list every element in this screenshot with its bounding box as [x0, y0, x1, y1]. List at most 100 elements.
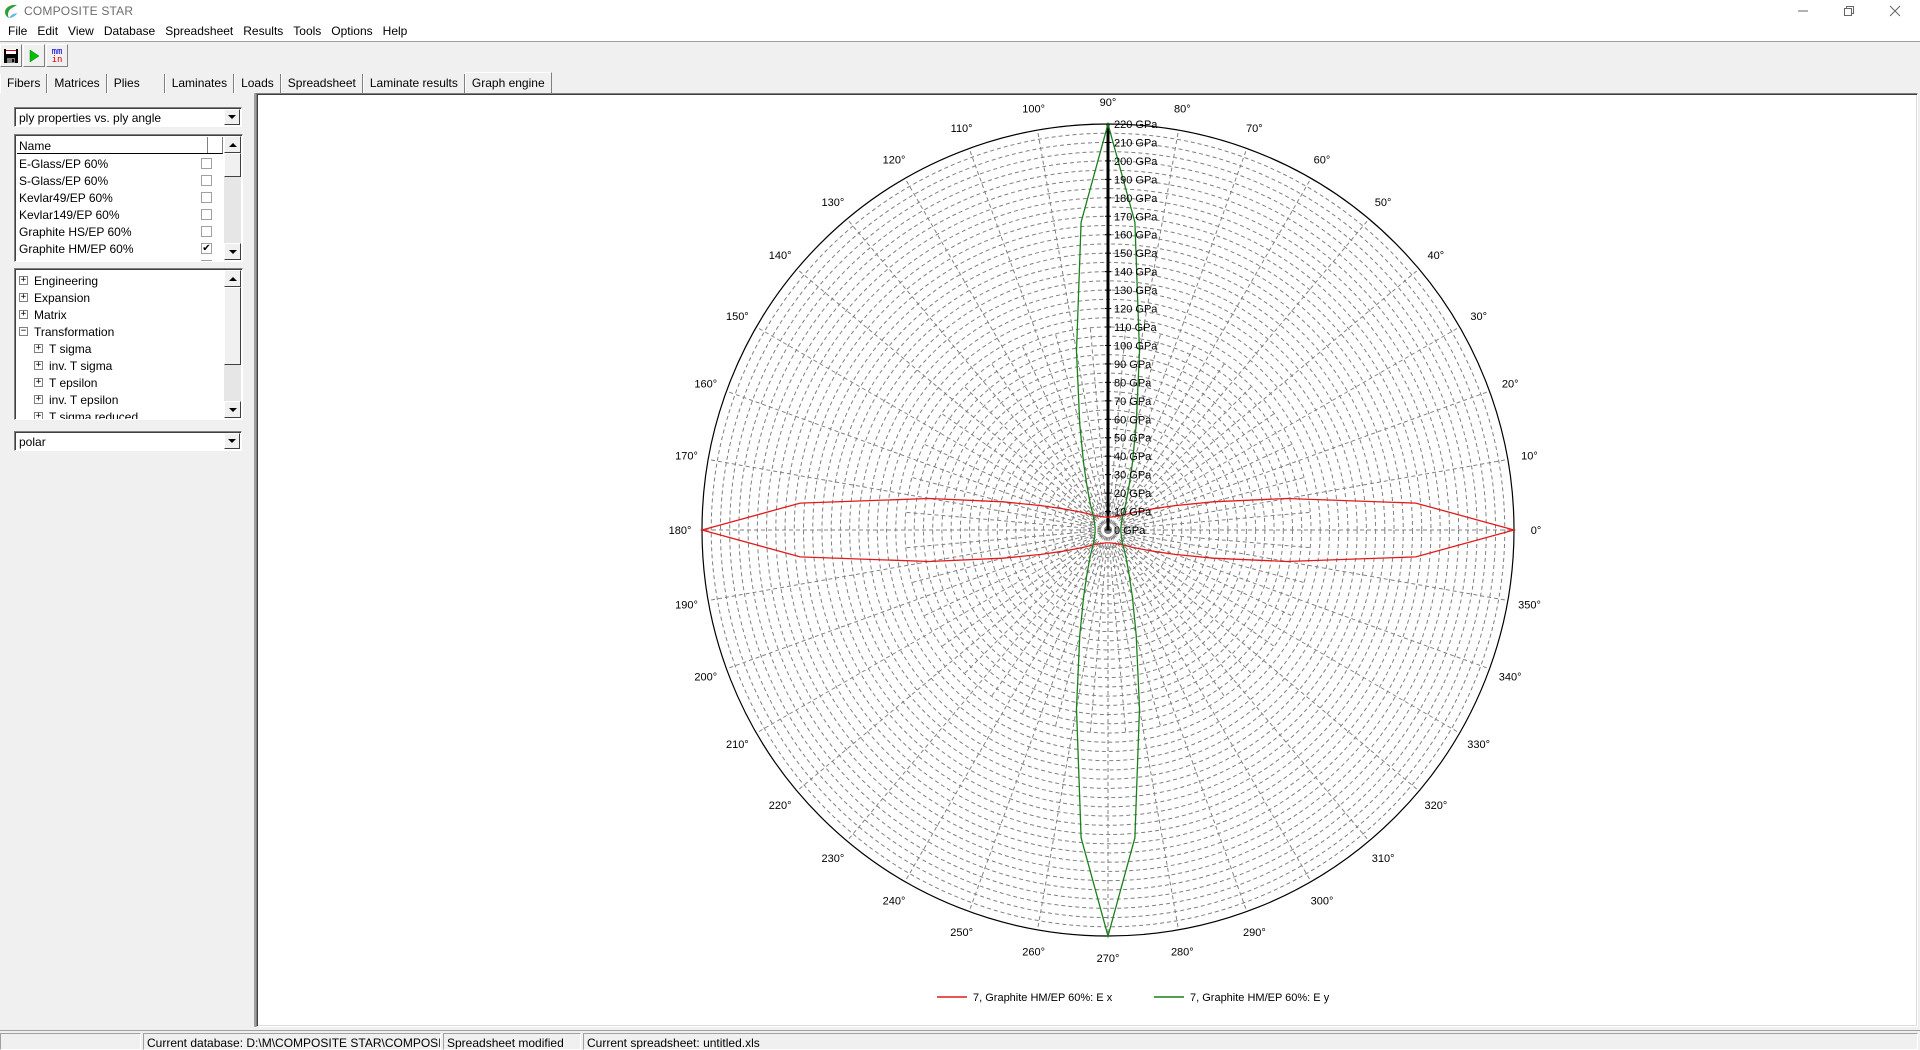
graph-type-select[interactable]: ply properties vs. ply angle: [14, 107, 242, 127]
ply-checkbox[interactable]: [201, 192, 212, 203]
list-item[interactable]: Graphite HM/EP 60% ✔: [17, 240, 223, 257]
list-item[interactable]: S-Glass/EP 60%: [17, 172, 223, 189]
expand-plus-icon[interactable]: +: [19, 310, 28, 319]
tab-laminate-results[interactable]: Laminate results: [362, 74, 465, 93]
radial-tick-label: 210 GPa: [1114, 137, 1158, 149]
angle-tick-label: 100°: [1022, 104, 1045, 116]
ply-checkbox[interactable]: [201, 209, 212, 220]
save-button[interactable]: [0, 44, 22, 67]
ply-checkbox[interactable]: [201, 158, 212, 169]
scroll-up-button[interactable]: [224, 270, 241, 287]
grid-spoke-minor: [964, 541, 1097, 674]
tab-plies[interactable]: Plies: [106, 74, 165, 93]
tree-item-inv-t-sigma[interactable]: + inv. T sigma: [34, 357, 112, 374]
menu-help[interactable]: Help: [379, 22, 414, 41]
expand-plus-icon[interactable]: +: [19, 293, 28, 302]
menu-bar: File Edit View Database Spreadsheet Resu…: [0, 22, 1920, 42]
app-logo-icon: [5, 4, 17, 18]
tree-item-t-epsilon[interactable]: + T epsilon: [34, 374, 97, 391]
ply-checkbox[interactable]: [201, 226, 212, 237]
scroll-up-button[interactable]: [224, 136, 241, 153]
tree-item-matrix[interactable]: + Matrix: [19, 306, 67, 323]
angle-tick-label: 140°: [769, 250, 792, 262]
ply-checkbox[interactable]: [201, 260, 212, 261]
ply-name: Graphite HS/EP 60%: [19, 225, 132, 239]
tab-laminates[interactable]: Laminates: [164, 74, 235, 93]
chevron-down-icon: [228, 439, 236, 443]
ply-checkbox-checked[interactable]: ✔: [201, 243, 212, 254]
expand-plus-icon[interactable]: +: [34, 378, 43, 387]
plot-style-select[interactable]: polar: [14, 431, 242, 451]
list-item[interactable]: Torayca T300/EP 60%: [17, 257, 223, 261]
tree-item-t-sigma-reduced[interactable]: + T sigma reduced: [34, 408, 138, 419]
radial-tick-label: 90 GPa: [1114, 359, 1152, 371]
expand-plus-icon[interactable]: +: [34, 344, 43, 353]
grid-spoke-minor: [1122, 536, 1293, 617]
menu-spreadsheet[interactable]: Spreadsheet: [161, 22, 239, 41]
scroll-down-button[interactable]: [224, 243, 241, 260]
expand-plus-icon[interactable]: +: [34, 361, 43, 370]
grid-spoke: [1107, 529, 1312, 882]
units-toggle-button[interactable]: mm in: [46, 44, 68, 67]
grid-spoke-minor: [905, 511, 1092, 530]
tree-item-label: Transformation: [34, 324, 115, 339]
toolbar: mm in: [0, 44, 1920, 72]
radial-tick-label: 100 GPa: [1114, 340, 1158, 352]
scroll-thumb[interactable]: [224, 287, 241, 365]
expand-plus-icon[interactable]: +: [34, 412, 43, 419]
list-item[interactable]: Kevlar149/EP 60%: [17, 206, 223, 223]
tree-scrollbar[interactable]: [224, 270, 241, 418]
expand-plus-icon[interactable]: +: [34, 395, 43, 404]
column-header-check: [208, 137, 222, 153]
minimize-button[interactable]: [1780, 0, 1826, 22]
status-current-spreadsheet: Current spreadsheet: untitled.xls: [583, 1033, 1918, 1050]
menu-view[interactable]: View: [64, 22, 100, 41]
ply-list[interactable]: Name E-Glass/EP 60% S-Glass/EP 60% Kevla…: [14, 134, 243, 262]
grid-spoke: [1107, 529, 1460, 734]
tree-item-transformation[interactable]: − Transformation: [19, 323, 114, 340]
radial-tick-label: 160 GPa: [1114, 230, 1158, 242]
graph-type-dropdown-button[interactable]: [224, 109, 240, 125]
menu-options[interactable]: Options: [327, 22, 378, 41]
status-current-database: Current database: D:\M\COMPOSITE STAR\CO…: [143, 1033, 441, 1050]
plot-style-dropdown-button[interactable]: [224, 433, 240, 449]
angle-tick-label: 60°: [1314, 154, 1331, 166]
tree-item-inv-t-epsilon[interactable]: + inv. T epsilon: [34, 391, 118, 408]
tab-fibers[interactable]: Fibers: [0, 74, 48, 93]
property-tree[interactable]: + Engineering + Expansion + Matrix − Transfo…: [14, 268, 243, 420]
scroll-down-button[interactable]: [224, 401, 241, 418]
tab-loads[interactable]: Loads: [234, 74, 281, 93]
radial-tick-label: 70 GPa: [1114, 396, 1152, 408]
graph-type-value: ply properties vs. ply angle: [19, 111, 162, 125]
angle-tick-label: 200°: [694, 671, 717, 683]
tree-item-t-sigma[interactable]: + T sigma: [34, 340, 91, 357]
tree-item-engineering[interactable]: + Engineering: [19, 272, 98, 289]
list-item[interactable]: E-Glass/EP 60%: [17, 155, 223, 172]
menu-edit[interactable]: Edit: [33, 22, 64, 41]
scroll-thumb[interactable]: [224, 153, 241, 177]
angle-tick-label: 310°: [1372, 853, 1395, 865]
column-header-name[interactable]: Name: [17, 137, 208, 153]
menu-database[interactable]: Database: [100, 22, 161, 41]
tab-spreadsheet[interactable]: Spreadsheet: [280, 74, 363, 93]
list-item[interactable]: Kevlar49/EP 60%: [17, 189, 223, 206]
menu-file[interactable]: File: [4, 22, 33, 41]
menu-tools[interactable]: Tools: [289, 22, 327, 41]
ply-list-scrollbar[interactable]: [224, 136, 241, 260]
legend-label: 7, Graphite HM/EP 60%: E x: [973, 992, 1113, 1004]
tree-item-expansion[interactable]: + Expansion: [19, 289, 90, 306]
close-button[interactable]: [1872, 0, 1918, 22]
list-item[interactable]: Graphite HS/EP 60%: [17, 223, 223, 240]
tab-matrices[interactable]: Matrices: [47, 74, 107, 93]
restore-button[interactable]: [1826, 0, 1872, 22]
grid-spoke-minor: [964, 386, 1097, 519]
ply-checkbox[interactable]: [201, 175, 212, 186]
run-button[interactable]: [23, 44, 45, 67]
angle-tick-label: 330°: [1467, 739, 1490, 751]
tab-graph-engine[interactable]: Graph engine: [464, 72, 552, 93]
angle-tick-label: 150°: [726, 311, 749, 323]
menu-results[interactable]: Results: [239, 22, 289, 41]
expand-plus-icon[interactable]: +: [19, 276, 28, 285]
radial-tick-label: 50 GPa: [1114, 433, 1152, 445]
collapse-minus-icon[interactable]: −: [19, 327, 28, 336]
